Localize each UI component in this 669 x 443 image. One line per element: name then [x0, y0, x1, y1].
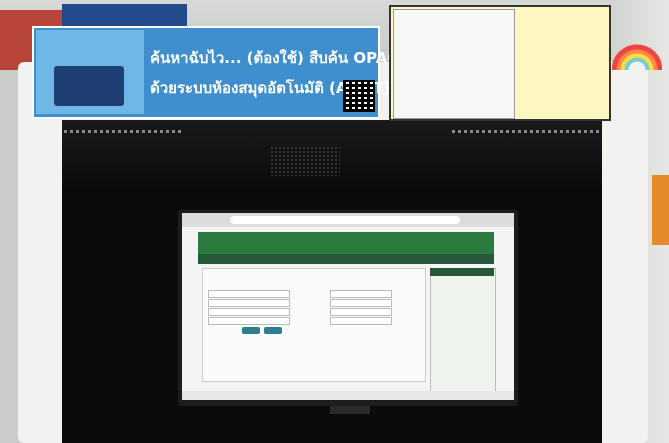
- address-bar[interactable]: [230, 216, 460, 224]
- kiosk-photo: ค้นหาฉับไว... (ต้องใช้) สืบค้น OPAC ด้วย…: [0, 0, 669, 443]
- vent-right: [452, 130, 602, 133]
- speaker-grille: [270, 146, 340, 176]
- search-form: [202, 268, 426, 382]
- filter-select[interactable]: [330, 299, 392, 307]
- side-panel: [430, 268, 496, 395]
- qr-code: [343, 80, 375, 112]
- search-field[interactable]: [208, 290, 290, 298]
- orange-object: [652, 175, 669, 245]
- site-nav: [198, 254, 494, 264]
- filter-select[interactable]: [330, 308, 392, 316]
- vent-left: [64, 130, 184, 133]
- filter-select[interactable]: [330, 290, 392, 298]
- filter-select[interactable]: [330, 317, 392, 325]
- banner-headline: ค้นหาฉับไว... (ต้องใช้) สืบค้น OPAC: [150, 49, 399, 67]
- side-panel-header: [430, 268, 494, 276]
- site-header: [198, 232, 494, 254]
- poster-screenshot: [393, 9, 515, 119]
- search-field[interactable]: [208, 317, 290, 325]
- search-field[interactable]: [208, 308, 290, 316]
- search-button[interactable]: [242, 327, 260, 334]
- clear-button[interactable]: [264, 327, 282, 334]
- monitor-stand: [330, 406, 370, 414]
- computer-illustration: [54, 66, 124, 106]
- taskbar: [182, 391, 514, 400]
- search-field[interactable]: [208, 299, 290, 307]
